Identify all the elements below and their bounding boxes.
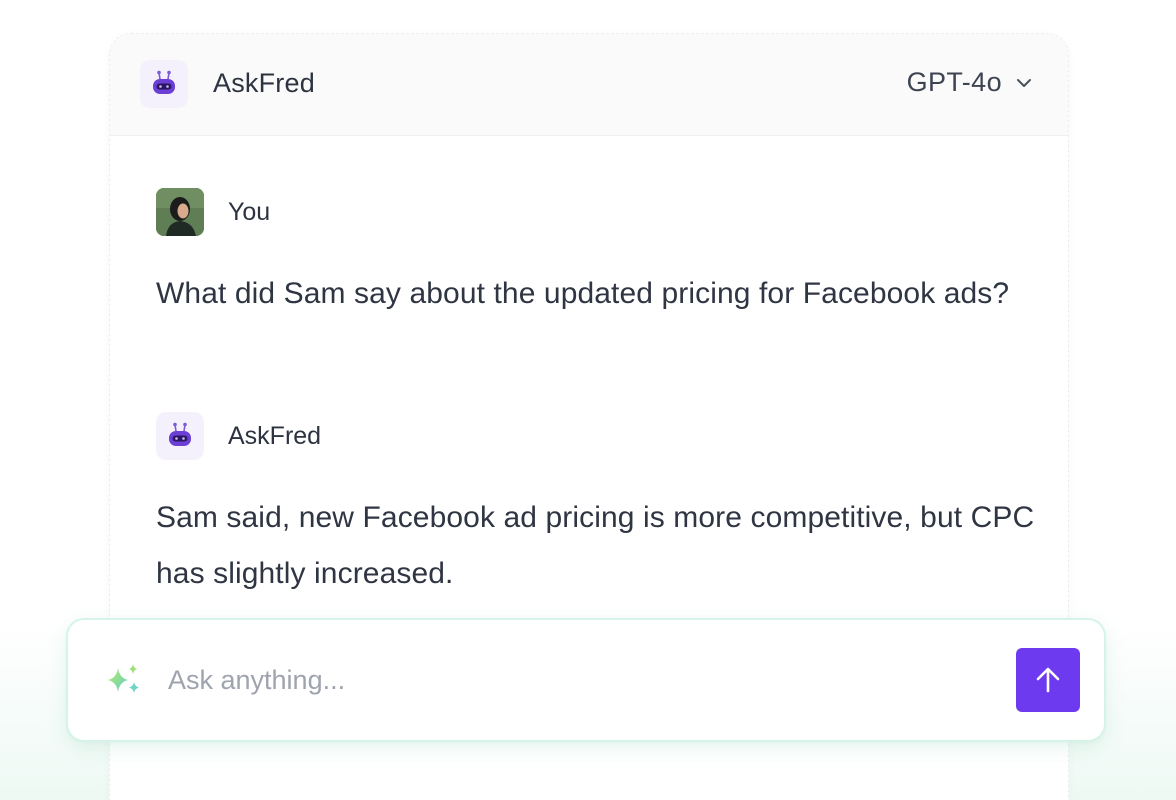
chat-title: AskFred xyxy=(213,68,315,98)
bot-message-text: Sam said, new Facebook ad pricing is mor… xyxy=(156,501,1035,590)
user-avatar xyxy=(156,188,204,236)
message-sender: You xyxy=(228,197,271,226)
bot-avatar xyxy=(156,412,204,460)
model-selector-label: GPT-4o xyxy=(906,67,1002,97)
user-photo-avatar xyxy=(156,188,204,236)
robot-icon xyxy=(169,422,191,446)
chevron-down-icon xyxy=(1017,78,1031,87)
model-selector[interactable]: GPT-4o xyxy=(907,67,1032,98)
user-message-text: What did Sam say about the updated prici… xyxy=(156,277,1010,310)
send-button[interactable] xyxy=(1016,648,1080,712)
app-stage: AskFred GPT-4o You What did Sam say abou… xyxy=(0,0,1176,800)
chat-header: AskFred GPT-4o xyxy=(110,34,1068,136)
user-message-header: You xyxy=(156,188,270,236)
bot-avatar xyxy=(140,60,188,108)
bot-message-header: AskFred xyxy=(156,412,321,460)
sparkle-icon xyxy=(108,664,139,693)
composer-bar xyxy=(68,620,1104,740)
message-sender: AskFred xyxy=(228,421,322,450)
ask-input[interactable] xyxy=(168,658,948,702)
robot-icon xyxy=(153,70,175,94)
arrow-up-icon xyxy=(1036,667,1060,693)
